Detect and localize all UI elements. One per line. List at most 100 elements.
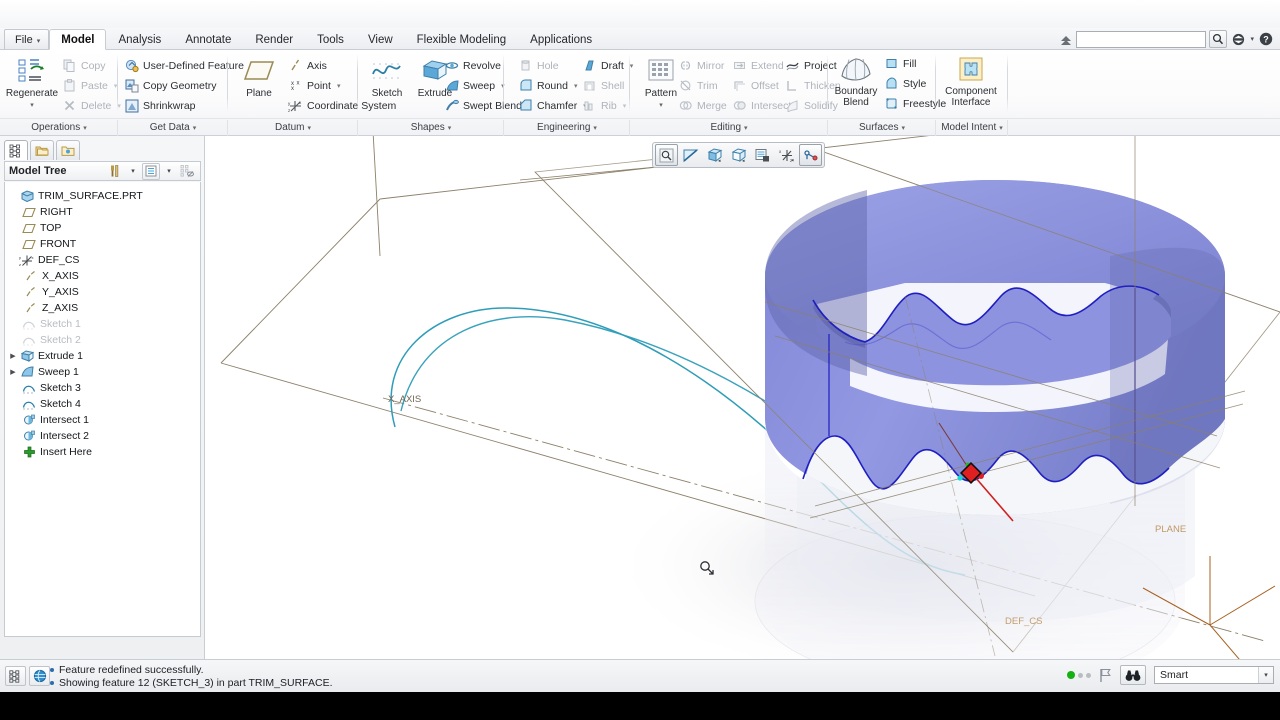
tree-item-x-axis[interactable]: X_AXIS bbox=[5, 268, 200, 284]
tree-item-def-cs[interactable]: yz x DEF_CS bbox=[5, 252, 200, 268]
tree-item-extrude-1[interactable]: ▶ Extrude 1 bbox=[5, 348, 200, 364]
tab-flexible-modeling[interactable]: Flexible Modeling bbox=[405, 29, 519, 50]
group-label-surfaces[interactable]: Surfaces ▾ bbox=[828, 119, 936, 137]
component-interface-button[interactable]: Component Interface bbox=[941, 52, 1001, 108]
rib-button[interactable]: Rib ▾ bbox=[582, 96, 626, 115]
search-input[interactable] bbox=[1076, 30, 1207, 48]
saved-orientations-icon[interactable] bbox=[727, 144, 750, 166]
shell-button[interactable]: Shell bbox=[582, 76, 624, 95]
expander[interactable]: ▶ bbox=[7, 352, 19, 360]
tree-columns-icon[interactable] bbox=[142, 162, 160, 180]
selection-filter-dropdown[interactable]: Smart ▾ bbox=[1154, 666, 1274, 684]
search-icon[interactable] bbox=[1209, 30, 1228, 48]
tree-item-insert-here[interactable]: Insert Here bbox=[5, 444, 200, 460]
tree-display-icon[interactable] bbox=[178, 163, 196, 180]
expander[interactable]: ▶ bbox=[7, 368, 19, 376]
tab-tools[interactable]: Tools bbox=[305, 29, 356, 50]
tree-item-z-axis[interactable]: Z_AXIS bbox=[5, 300, 200, 316]
chamfer-button[interactable]: Chamfer ▾ bbox=[518, 96, 587, 115]
tree-item-sweep-1[interactable]: ▶ Sweep 1 bbox=[5, 364, 200, 380]
group-label-shapes[interactable]: Shapes ▾ bbox=[358, 119, 504, 137]
tree-item-intersect-2[interactable]: Intersect 2 bbox=[5, 428, 200, 444]
spin-center-icon[interactable] bbox=[799, 144, 822, 166]
shrinkwrap-button[interactable]: Shrinkwrap bbox=[124, 96, 196, 115]
options-icon[interactable] bbox=[1230, 31, 1247, 48]
tab-render[interactable]: Render bbox=[243, 29, 305, 50]
revolve-button[interactable]: Revolve bbox=[444, 56, 501, 75]
tree-filters-icon[interactable] bbox=[106, 163, 124, 180]
model-tree-toggle-icon[interactable] bbox=[5, 666, 26, 686]
group-label-editing[interactable]: Editing ▾ bbox=[630, 119, 828, 137]
button-label: Offset bbox=[751, 79, 779, 92]
tree-item-sketch-4[interactable]: Sketch 4 bbox=[5, 396, 200, 412]
tree-item-front[interactable]: FRONT bbox=[5, 236, 200, 252]
favorites-tab[interactable] bbox=[56, 140, 80, 160]
tab-view[interactable]: View bbox=[356, 29, 405, 50]
copy-geometry-button[interactable]: Copy Geometry bbox=[124, 76, 217, 95]
graphics-toolbar[interactable]: xz bbox=[652, 142, 825, 168]
chevron-down-icon[interactable]: ▾ bbox=[1258, 667, 1273, 683]
hole-button[interactable]: Hole bbox=[518, 56, 559, 75]
offset-button[interactable]: Offset bbox=[732, 76, 779, 95]
tree-item-top[interactable]: TOP bbox=[5, 220, 200, 236]
tab-model[interactable]: Model bbox=[49, 29, 107, 50]
chevron-down-icon: ▾ bbox=[336, 82, 341, 90]
web-browser-toggle-icon[interactable] bbox=[29, 666, 50, 686]
ribbon-group-surfaces: Boundary Blend Fill Style Freestyle bbox=[828, 50, 946, 114]
group-label-engineering[interactable]: Engineering ▾ bbox=[504, 119, 630, 137]
paste-button[interactable]: Paste ▾ bbox=[62, 76, 117, 95]
tree-item-sketch-3[interactable]: Sketch 3 bbox=[5, 380, 200, 396]
datum-point-button[interactable]: xxx Point ▾ bbox=[288, 76, 341, 95]
ribbon: Regenerate ▾ Copy Paste ▾ Delete ▾ User-… bbox=[0, 50, 1280, 136]
refit-icon[interactable] bbox=[655, 144, 678, 166]
style-button[interactable]: Style bbox=[884, 74, 926, 93]
folder-browser-tab[interactable] bbox=[30, 140, 54, 160]
group-label-operations[interactable]: Operations ▾ bbox=[0, 119, 118, 137]
sweep-button[interactable]: Sweep ▾ bbox=[444, 76, 505, 95]
flag-icon[interactable] bbox=[1099, 668, 1112, 683]
tab-analysis[interactable]: Analysis bbox=[106, 29, 173, 50]
tree-item-part[interactable]: TRIM_SURFACE.PRT bbox=[5, 188, 200, 204]
chevron-down-icon[interactable]: ▾ bbox=[1250, 35, 1254, 43]
tab-annotate[interactable]: Annotate bbox=[173, 29, 243, 50]
draft-button[interactable]: Draft ▾ bbox=[582, 56, 633, 75]
tab-applications[interactable]: Applications bbox=[518, 29, 604, 50]
round-icon bbox=[518, 78, 533, 93]
view-manager-icon[interactable] bbox=[751, 144, 774, 166]
tree-filters-caret[interactable]: ▾ bbox=[124, 163, 142, 180]
boundary-blend-button[interactable]: Boundary Blend bbox=[828, 52, 884, 108]
annotation-display-icon[interactable]: xz bbox=[775, 144, 798, 166]
tree-item-y-axis[interactable]: Y_AXIS bbox=[5, 284, 200, 300]
merge-button[interactable]: Merge bbox=[678, 96, 727, 115]
round-button[interactable]: Round ▾ bbox=[518, 76, 577, 95]
datum-display-icon[interactable] bbox=[679, 144, 702, 166]
file-menu-button[interactable]: File ▾ bbox=[4, 29, 50, 50]
datum-plane-button[interactable]: Plane bbox=[232, 54, 286, 99]
datum-axis-button[interactable]: Axis bbox=[288, 56, 327, 75]
delete-button[interactable]: Delete ▾ bbox=[62, 96, 121, 115]
tree-item-sketch-1[interactable]: Sketch 1 bbox=[5, 316, 200, 332]
display-style-icon[interactable] bbox=[703, 144, 726, 166]
help-icon[interactable]: ? bbox=[1257, 31, 1274, 48]
group-label-datum[interactable]: Datum ▾ bbox=[228, 119, 358, 137]
extend-button[interactable]: Extend bbox=[732, 56, 784, 75]
fill-button[interactable]: Fill bbox=[884, 54, 916, 73]
mirror-button[interactable]: Mirror bbox=[678, 56, 724, 75]
intersect-button[interactable]: Intersect bbox=[732, 96, 791, 115]
trim-button[interactable]: Trim bbox=[678, 76, 718, 95]
collapse-ribbon-icon[interactable] bbox=[1059, 32, 1073, 46]
tree-columns-caret[interactable]: ▾ bbox=[160, 163, 178, 180]
graphics-viewport[interactable]: X_AXIS PLANE DEF_CS RIGHT bbox=[205, 136, 1280, 659]
tree-item-sketch-2[interactable]: Sketch 2 bbox=[5, 332, 200, 348]
regenerate-button[interactable]: Regenerate ▾ bbox=[5, 54, 59, 111]
binoculars-icon[interactable] bbox=[1120, 665, 1146, 685]
user-defined-feature-button[interactable]: User-Defined Feature bbox=[124, 56, 244, 75]
group-label-get-data[interactable]: Get Data ▾ bbox=[118, 119, 228, 137]
copy-button[interactable]: Copy bbox=[62, 56, 106, 75]
group-label-model-intent[interactable]: Model Intent ▾ bbox=[936, 119, 1008, 137]
tree-item-intersect-1[interactable]: Intersect 1 bbox=[5, 412, 200, 428]
sketch-button[interactable]: Sketch bbox=[360, 54, 414, 99]
tree-item-right[interactable]: RIGHT bbox=[5, 204, 200, 220]
model-tree-tab[interactable] bbox=[4, 140, 28, 160]
model-tree-body[interactable]: TRIM_SURFACE.PRT RIGHT TOP FRONT y z x D… bbox=[4, 182, 201, 637]
